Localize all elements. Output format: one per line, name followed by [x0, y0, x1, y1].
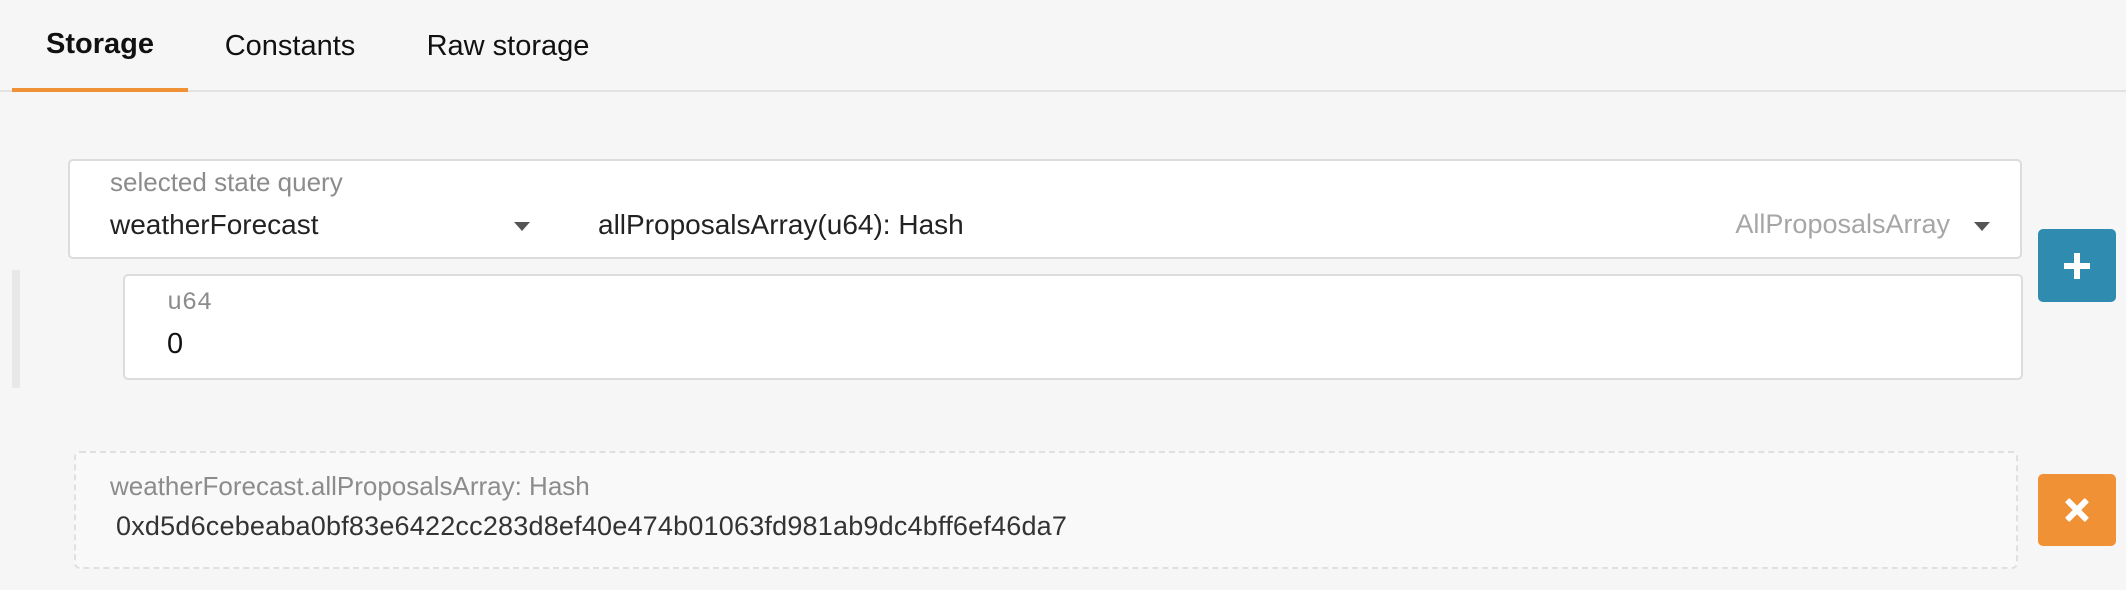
param-gutter: [12, 270, 20, 388]
tab-bar: Storage Constants Raw storage: [0, 0, 2126, 92]
query-result: weatherForecast.allProposalsArray: Hash …: [74, 451, 2018, 569]
method-hint: AllProposalsArray: [1735, 209, 1950, 239]
result-label: weatherForecast.allProposalsArray: Hash: [110, 471, 590, 501]
remove-query-button[interactable]: [2038, 474, 2116, 546]
module-dropdown[interactable]: weatherForecast: [110, 209, 319, 241]
close-icon: [2065, 498, 2089, 522]
param-field: u64: [123, 274, 2023, 380]
method-dropdown[interactable]: allProposalsArray(u64): Hash: [598, 209, 964, 241]
chevron-down-icon[interactable]: [514, 222, 530, 231]
state-query-selector: selected state query weatherForecast all…: [68, 159, 2022, 259]
param-input[interactable]: [167, 328, 1867, 361]
add-query-button[interactable]: [2038, 229, 2116, 302]
tab-constants[interactable]: Constants: [200, 0, 380, 92]
state-query-label: selected state query: [110, 167, 343, 197]
tab-storage[interactable]: Storage: [12, 0, 188, 92]
plus-icon: [2064, 252, 2090, 279]
chevron-down-icon[interactable]: [1974, 222, 1990, 231]
result-value: 0xd5d6cebeaba0bf83e6422cc283d8ef40e474b0…: [116, 511, 1068, 541]
param-type-label: u64: [167, 288, 213, 317]
tab-raw-storage[interactable]: Raw storage: [408, 0, 608, 92]
